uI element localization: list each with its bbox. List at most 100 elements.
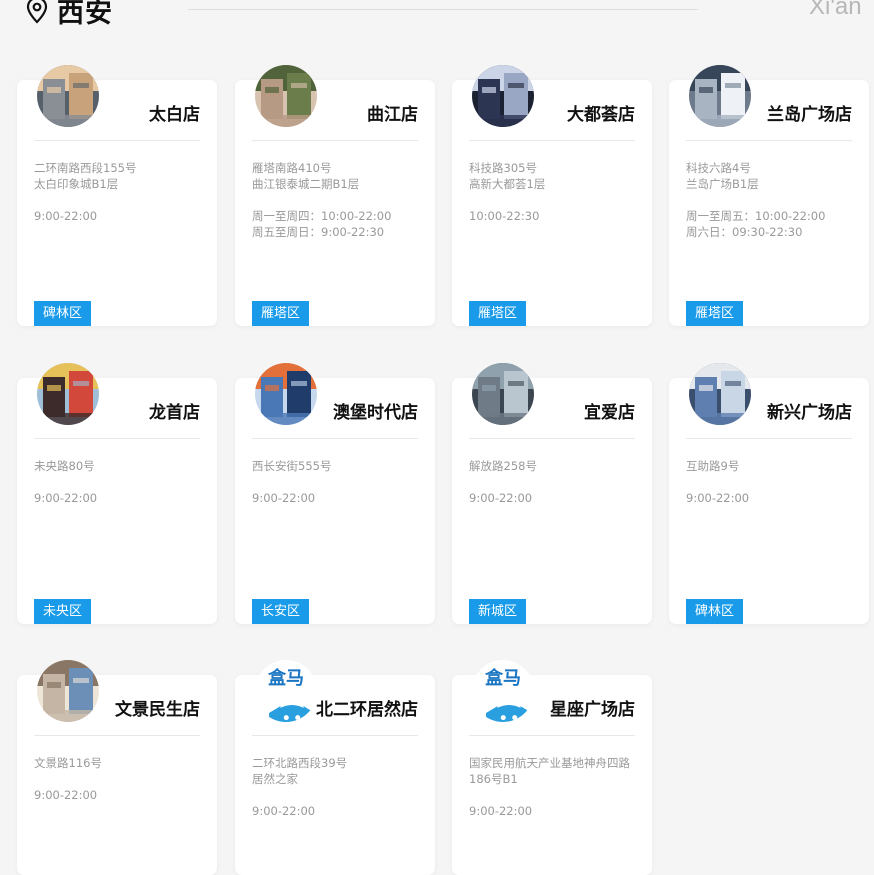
hours-line: 9:00-22:00 — [252, 804, 316, 818]
hours-line: 9:00-22:00 — [34, 209, 98, 223]
hippo-icon — [261, 674, 315, 722]
store-hours: 周一至周四：10:00-22:00 周五至周日：9:00-22:30 — [252, 208, 423, 240]
card-divider — [469, 140, 635, 141]
store-address: 未央路80号 — [34, 458, 205, 474]
address-line: 居然之家 — [252, 772, 298, 786]
store-name: 曲江店 — [367, 105, 418, 125]
store-address: 文景路116号 — [34, 755, 205, 771]
store-card[interactable]: 宜爱店 解放路258号 9:00-22:00 新城区 — [452, 363, 652, 624]
store-card[interactable]: 新兴广场店互助路9号 9:00-22:00 碑林区 — [669, 363, 869, 624]
store-address: 国家民用航天产业基地神舟四路186号B1 — [469, 755, 640, 787]
store-name: 北二环居然店 — [316, 700, 418, 720]
store-info: 科技六路4号 兰岛广场B1层 周一至周五：10:00-22:00 周六日：09:30-… — [686, 160, 857, 256]
store-card[interactable]: 兰岛广场店 科技六路4号 兰岛广场B1层 周一至周五：10:00-22:00 周六日：0… — [669, 65, 869, 326]
header-divider — [188, 9, 698, 10]
store-card[interactable]: 盒马 北二环居然店二环北路西段39号 居然之家 9:00-22:00 — [235, 660, 435, 875]
store-photo — [255, 363, 317, 425]
district-badge[interactable]: 雁塔区 — [469, 301, 527, 326]
address-line: 西长安街555号 — [252, 459, 332, 473]
store-card[interactable]: 澳堡时代店西长安街555号 9:00-22:00 长安区 — [235, 363, 435, 624]
hippo-icon — [478, 674, 532, 722]
store-card[interactable]: 龙首店未央路80号 9:00-22:00 未央区 — [17, 363, 217, 624]
address-line: 互助路9号 — [686, 459, 740, 473]
store-hours: 9:00-22:00 — [469, 490, 640, 506]
district-badge[interactable]: 新城区 — [469, 599, 527, 624]
store-info: 文景路116号 9:00-22:00 — [34, 755, 205, 819]
store-address: 科技六路4号 兰岛广场B1层 — [686, 160, 857, 192]
hours-line: 9:00-22:00 — [469, 804, 533, 818]
card-divider — [252, 438, 418, 439]
address-line: 太白印象城B1层 — [34, 177, 119, 191]
store-hours: 9:00-22:00 — [34, 490, 205, 506]
store-hours: 9:00-22:00 — [34, 208, 205, 224]
store-name: 澳堡时代店 — [333, 403, 418, 423]
address-line: 文景路116号 — [34, 756, 102, 770]
store-photo — [37, 363, 99, 425]
address-line: 兰岛广场B1层 — [686, 177, 759, 191]
store-info: 二环北路西段39号 居然之家 9:00-22:00 — [252, 755, 423, 835]
card-divider — [686, 140, 852, 141]
store-name: 新兴广场店 — [767, 403, 852, 423]
address-line: 二环南路西段155号 — [34, 161, 137, 175]
store-photo — [37, 65, 99, 127]
store-address: 二环南路西段155号 太白印象城B1层 — [34, 160, 205, 192]
store-name: 星座广场店 — [550, 700, 635, 720]
store-address: 二环北路西段39号 居然之家 — [252, 755, 423, 787]
store-photo — [689, 363, 751, 425]
store-name: 龙首店 — [149, 403, 200, 423]
district-badge[interactable]: 碑林区 — [686, 599, 744, 624]
district-badge[interactable]: 长安区 — [252, 599, 310, 624]
store-photo — [472, 65, 534, 127]
card-divider — [252, 140, 418, 141]
store-hours: 9:00-22:00 — [252, 490, 423, 506]
hours-line: 9:00-22:00 — [252, 491, 316, 505]
hours-line: 周五至周日：9:00-22:30 — [252, 225, 385, 239]
district-badge[interactable]: 雁塔区 — [686, 301, 744, 326]
store-address: 解放路258号 — [469, 458, 640, 474]
address-line: 解放路258号 — [469, 459, 537, 473]
address-line: 国家民用航天产业基地神舟四路186号B1 — [469, 756, 630, 786]
store-name: 大都荟店 — [567, 105, 635, 125]
city-title: 西安 — [57, 0, 113, 29]
store-hours: 周一至周五：10:00-22:00 周六日：09:30-22:30 — [686, 208, 857, 240]
store-hours: 9:00-22:00 — [469, 803, 640, 819]
card-divider — [469, 438, 635, 439]
card-divider — [252, 735, 418, 736]
district-badge[interactable]: 雁塔区 — [252, 301, 310, 326]
store-photo — [255, 65, 317, 127]
store-info: 互助路9号 9:00-22:00 — [686, 458, 857, 522]
card-divider — [34, 140, 200, 141]
hours-line: 10:00-22:30 — [469, 209, 540, 223]
address-line: 科技六路4号 — [686, 161, 751, 175]
store-address: 雁塔南路410号曲江银泰城二期B1层 — [252, 160, 423, 192]
address-line: 二环北路西段39号 — [252, 756, 348, 770]
district-badge[interactable]: 未央区 — [34, 599, 92, 624]
store-info: 二环南路西段155号 太白印象城B1层 9:00-22:00 — [34, 160, 205, 240]
card-divider — [34, 438, 200, 439]
address-line: 雁塔南路410号 — [252, 161, 332, 175]
hema-logo-icon: 盒马 — [472, 660, 534, 722]
store-card[interactable]: 盒马 星座广场店国家民用航天产业基地神舟四路186号B1 9:00-22:00 — [452, 660, 652, 875]
store-card[interactable]: 太白店 二环南路西段155号 太白印象城B1层 9:00-22:00 碑林区 — [17, 65, 217, 326]
store-card[interactable]: 大都荟店科技路305号 高新大都荟1层 10:00-22:30 雁塔区 — [452, 65, 652, 326]
hours-line: 9:00-22:00 — [686, 491, 750, 505]
hours-line: 周六日：09:30-22:30 — [686, 225, 803, 239]
store-hours: 10:00-22:30 — [469, 208, 640, 224]
district-badge[interactable]: 碑林区 — [34, 301, 92, 326]
card-divider — [34, 735, 200, 736]
store-info: 未央路80号 9:00-22:00 — [34, 458, 205, 522]
store-info: 西长安街555号 9:00-22:00 — [252, 458, 423, 522]
hours-line: 周一至周四：10:00-22:00 — [252, 209, 392, 223]
store-card[interactable]: 文景民生店文景路116号 9:00-22:00 — [17, 660, 217, 875]
hema-logo-icon: 盒马 — [255, 660, 317, 722]
city-subtitle-en: Xi'an — [809, 0, 862, 20]
store-address: 互助路9号 — [686, 458, 857, 474]
store-address: 科技路305号 高新大都荟1层 — [469, 160, 640, 192]
address-line: 曲江银泰城二期B1层 — [252, 177, 360, 191]
hours-line: 9:00-22:00 — [34, 491, 98, 505]
store-hours: 9:00-22:00 — [686, 490, 857, 506]
store-name: 文景民生店 — [115, 700, 200, 720]
location-pin-icon — [26, 0, 48, 24]
store-card[interactable]: 曲江店雁塔南路410号曲江银泰城二期B1层周一至周四：10:00-22:00 周五… — [235, 65, 435, 326]
store-name: 兰岛广场店 — [767, 105, 852, 125]
